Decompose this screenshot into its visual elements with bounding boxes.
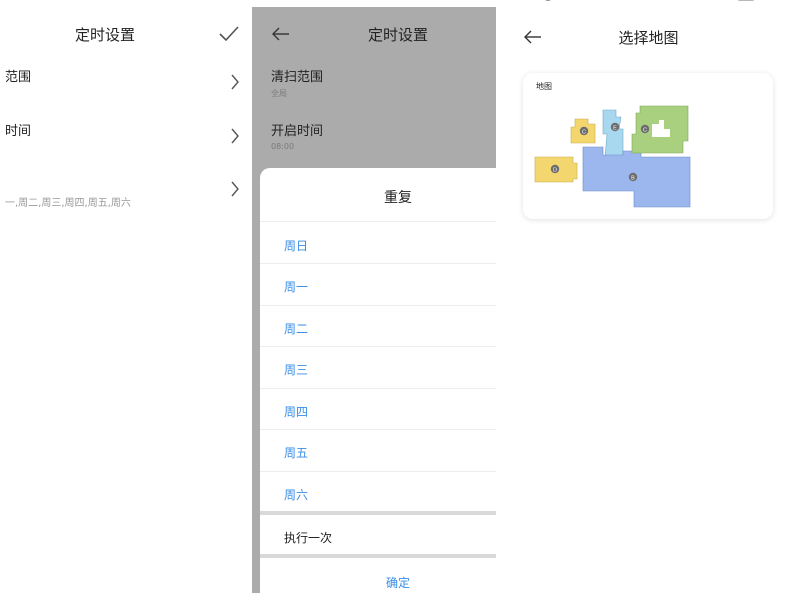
day-option-friday[interactable]: 周五	[284, 444, 308, 461]
status-bar-left	[545, 0, 551, 1]
chevron-right-icon[interactable]	[230, 181, 240, 197]
marker-label: C	[643, 128, 647, 134]
sheet-title: 重复	[384, 190, 412, 206]
chevron-right-icon[interactable]	[230, 74, 240, 90]
run-once-option[interactable]: 执行一次	[284, 529, 332, 546]
page-title: 定时设置	[367, 26, 428, 44]
schedule-settings-screen: 定时设置 范围 时间 一,周二,周三,周四,周五,周六	[0, 0, 251, 600]
marker-label: B	[631, 176, 635, 182]
repeat-days-value: 一,周二,周三,周四,周五,周六	[5, 198, 131, 209]
start-time-value: 08:00	[271, 142, 295, 151]
section-separator	[260, 511, 496, 515]
repeat-picker-screen: 定时设置 清扫范围 全局 开启时间 08:00 重复 周日 周一 周二 周三 周…	[252, 7, 496, 593]
marker-label: D	[553, 168, 557, 174]
select-map-screen: 选择地图 地图 C E C D B	[497, 0, 800, 600]
repeat-bottom-sheet: 重复 周日 周一 周二 周三 周四 周五 周六 执行一次 确定	[260, 168, 496, 593]
divider	[260, 263, 496, 264]
section-separator	[260, 554, 496, 558]
day-option-wednesday[interactable]: 周三	[284, 361, 308, 378]
clean-range-value: 全局	[271, 89, 287, 98]
start-time-label[interactable]: 开启时间	[271, 120, 323, 139]
divider	[260, 221, 496, 222]
start-time-label: 时间	[5, 124, 32, 139]
map-room-cyan	[602, 109, 624, 159]
marker-label: E	[613, 126, 617, 132]
clean-range-label[interactable]: 清扫范围	[271, 66, 323, 85]
check-icon[interactable]	[218, 25, 240, 43]
marker-label: C	[582, 130, 586, 136]
page-title: 定时设置	[74, 26, 135, 44]
day-option-monday[interactable]: 周一	[284, 278, 308, 295]
clean-range-label: 范围	[5, 70, 32, 85]
divider	[260, 388, 496, 389]
chevron-right-icon[interactable]	[230, 128, 240, 144]
divider	[260, 305, 496, 306]
divider	[260, 346, 496, 347]
floor-map: C E C D B	[534, 105, 691, 208]
divider	[260, 471, 496, 472]
day-option-sunday[interactable]: 周日	[284, 237, 308, 254]
day-option-saturday[interactable]: 周六	[284, 486, 308, 503]
divider	[260, 429, 496, 430]
confirm-button[interactable]: 确定	[260, 574, 496, 591]
day-option-tuesday[interactable]: 周二	[284, 320, 308, 337]
status-bar-right	[738, 0, 754, 1]
day-option-thursday[interactable]: 周四	[284, 403, 308, 420]
map-card[interactable]: 地图 C E C D B	[523, 73, 773, 219]
page-title: 选择地图	[618, 29, 679, 47]
